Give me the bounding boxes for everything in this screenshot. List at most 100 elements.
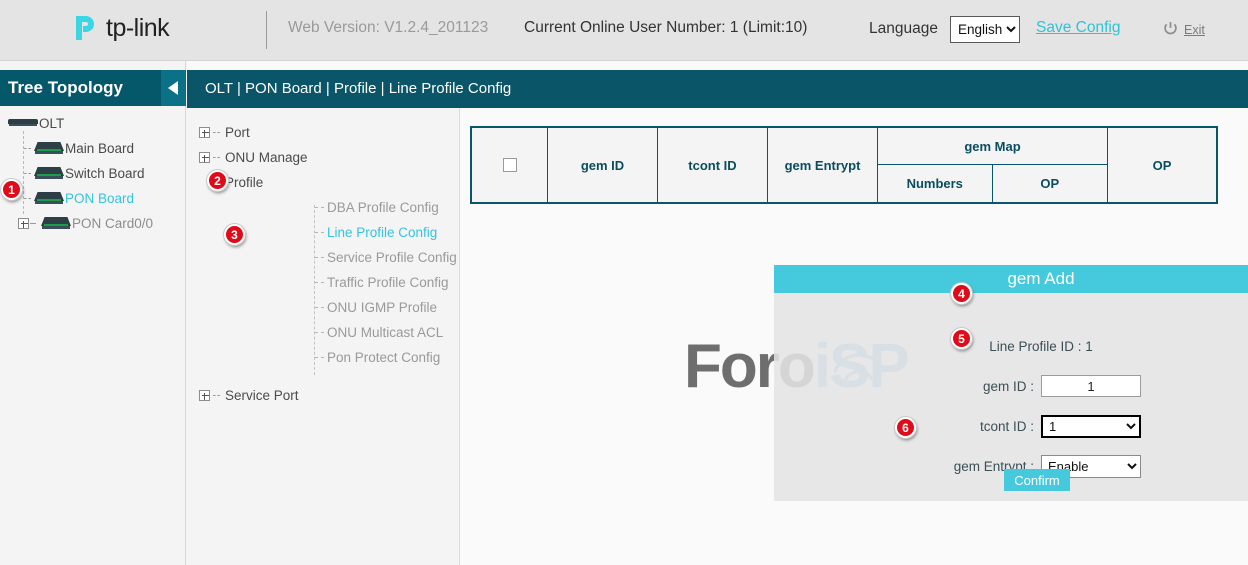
pon-card-device-icon xyxy=(41,217,71,230)
nav-item-onu-multicast-acl[interactable]: ONU Multicast ACL xyxy=(187,320,460,345)
nav-item-dba-profile-config[interactable]: DBA Profile Config xyxy=(187,195,460,220)
tree-node-switch-board[interactable]: Switch Board xyxy=(0,161,186,186)
main-content: OLT | PON Board | Profile | Line Profile… xyxy=(187,61,1248,565)
nav-branch-line xyxy=(315,282,324,283)
nav-item-label: Traffic Profile Config xyxy=(327,275,449,290)
tree-node-label: Switch Board xyxy=(65,166,145,181)
table-header-gem-id: gem ID xyxy=(548,128,658,202)
nav-item-port[interactable]: Port xyxy=(187,120,460,145)
step-badge-5: 5 xyxy=(951,328,972,349)
nav-item-pon-protect-config[interactable]: Pon Protect Config xyxy=(187,345,460,370)
nav-branch-line xyxy=(315,332,324,333)
table-header-numbers: Numbers xyxy=(878,165,993,202)
nav-item-profile[interactable]: Profile xyxy=(187,170,460,195)
nav-item-service-port[interactable]: Service Port xyxy=(187,383,460,408)
tree-topology-title: Tree Topology xyxy=(8,78,123,98)
nav-branch-line xyxy=(315,207,324,208)
tree-node-olt[interactable]: OLT xyxy=(0,111,186,136)
tree-branch-line xyxy=(24,173,31,174)
nav-item-label: Profile xyxy=(225,175,263,190)
table-header-map-op: OP xyxy=(993,165,1108,202)
dialog-title-bar: gem Add X xyxy=(774,265,1248,293)
language-select[interactable]: English xyxy=(950,16,1020,43)
step-badge-3: 3 xyxy=(224,224,245,245)
nav-item-onu-igmp-profile[interactable]: ONU IGMP Profile xyxy=(187,295,460,320)
table-header-tcont-id: tcont ID xyxy=(658,128,768,202)
tp-link-logo: tp-link xyxy=(68,11,169,45)
gem-list-table: gem ID tcont ID gem Entrypt gem Map Numb… xyxy=(470,126,1218,204)
table-header-row: gem ID tcont ID gem Entrypt gem Map Numb… xyxy=(472,128,1216,202)
exit-link[interactable]: Exit xyxy=(1184,23,1205,37)
tree-node-label: OLT xyxy=(39,116,64,131)
language-label: Language xyxy=(869,20,938,38)
save-config-link[interactable]: Save Config xyxy=(1036,19,1120,37)
header-divider xyxy=(266,11,267,49)
tp-link-mark-icon xyxy=(68,11,101,45)
table-header-gem-map: gem Map xyxy=(878,128,1107,165)
power-icon xyxy=(1163,21,1178,36)
nav-item-label: Service Profile Config xyxy=(327,250,457,265)
select-all-checkbox[interactable] xyxy=(503,158,517,172)
nav-branch-line xyxy=(315,357,324,358)
nav-item-label: Pon Protect Config xyxy=(327,350,440,365)
nav-branch-line xyxy=(315,307,324,308)
tcont-id-select[interactable]: 1 xyxy=(1041,415,1141,438)
nav-item-traffic-profile-config[interactable]: Traffic Profile Config xyxy=(187,270,460,295)
form-row-tcont-id: tcont ID : 1 xyxy=(929,415,1141,438)
top-header-bar: tp-link Web Version: V1.2.4_201123 Curre… xyxy=(0,0,1248,61)
pon-board-device-icon xyxy=(34,192,64,205)
nav-item-label: Port xyxy=(225,125,250,140)
nav-branch-line xyxy=(315,257,324,258)
topology-tree: OLT Main Board Switch Board xyxy=(0,111,186,236)
table-header-gem-entrypt: gem Entrypt xyxy=(768,128,878,202)
nav-item-label: ONU Manage xyxy=(225,150,308,165)
tree-node-pon-card[interactable]: PON Card0/0 xyxy=(0,211,186,236)
confirm-button[interactable]: Confirm xyxy=(1004,469,1070,491)
nav-item-onu-manage[interactable]: ONU Manage xyxy=(187,145,460,170)
chevron-left-icon xyxy=(168,81,178,95)
tcont-id-label: tcont ID : xyxy=(929,419,1034,434)
tree-topology-header: Tree Topology xyxy=(0,70,186,106)
tree-node-pon-board[interactable]: PON Board xyxy=(0,186,186,211)
nav-item-label: DBA Profile Config xyxy=(327,200,439,215)
gem-id-input[interactable] xyxy=(1041,375,1141,397)
olt-device-icon xyxy=(8,117,38,130)
tree-node-label: Main Board xyxy=(65,141,134,156)
nav-item-service-profile-config[interactable]: Service Profile Config xyxy=(187,245,460,270)
olt-web-management-page: tp-link Web Version: V1.2.4_201123 Curre… xyxy=(0,0,1248,565)
dialog-title: gem Add xyxy=(1007,269,1074,289)
nav-item-label: ONU IGMP Profile xyxy=(327,300,437,315)
tp-link-wordmark: tp-link xyxy=(106,14,169,43)
nav-item-label: Service Port xyxy=(225,388,299,403)
expand-plus-icon[interactable] xyxy=(18,218,29,229)
table-header-gem-map-subrow: Numbers OP xyxy=(878,165,1107,202)
switch-board-device-icon xyxy=(34,167,64,180)
feature-nav-column: Port ONU Manage Profile DBA Profile Conf… xyxy=(187,108,460,565)
tree-node-label: PON Card0/0 xyxy=(72,216,153,231)
table-header-op: OP xyxy=(1108,128,1216,202)
line-profile-id-label: Line Profile ID : 1 xyxy=(774,339,1248,354)
nav-item-label: ONU Multicast ACL xyxy=(327,325,443,340)
form-row-gem-id: gem ID : xyxy=(929,375,1141,397)
expand-plus-icon[interactable] xyxy=(199,390,210,401)
sidebar-collapse-button[interactable] xyxy=(161,70,186,106)
table-header-gem-map-group: gem Map Numbers OP xyxy=(878,128,1108,202)
step-badge-2: 2 xyxy=(207,170,228,191)
breadcrumb-bar: OLT | PON Board | Profile | Line Profile… xyxy=(187,70,1248,108)
tree-branch-line xyxy=(24,148,31,149)
expand-plus-icon[interactable] xyxy=(199,127,210,138)
step-badge-6: 6 xyxy=(895,417,916,438)
tree-branch-line xyxy=(30,223,36,224)
dialog-body: Line Profile ID : 1 gem ID : tcont ID : … xyxy=(774,293,1248,501)
breadcrumb: OLT | PON Board | Profile | Line Profile… xyxy=(205,80,511,97)
tree-node-main-board[interactable]: Main Board xyxy=(0,136,186,161)
step-badge-4: 4 xyxy=(951,283,972,304)
nav-branch-line xyxy=(315,232,324,233)
tree-branch-line xyxy=(24,198,31,199)
expand-plus-icon[interactable] xyxy=(199,152,210,163)
step-badge-1: 1 xyxy=(1,179,22,200)
gem-id-label: gem ID : xyxy=(929,379,1034,394)
web-version-label: Web Version: V1.2.4_201123 xyxy=(288,19,488,37)
tree-node-label: PON Board xyxy=(65,191,134,206)
online-user-count-label: Current Online User Number: 1 (Limit:10) xyxy=(524,19,807,37)
